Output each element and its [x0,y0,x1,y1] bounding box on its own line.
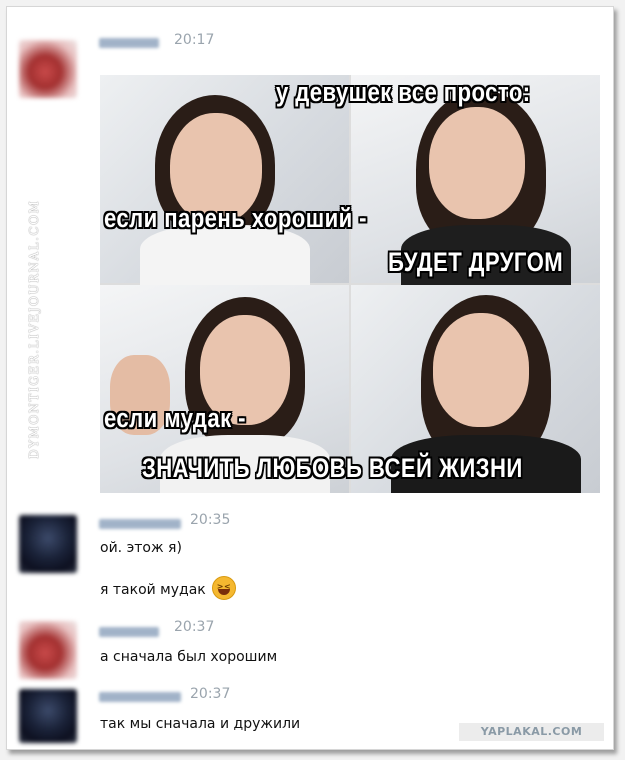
meme-image[interactable]: у девушек все просто: если парень хороши… [100,75,600,493]
laughing-squint-emoji-icon: > < [211,576,236,600]
message-time: 20:17 [174,32,215,48]
sender-name-blurred[interactable] [99,692,181,702]
meme-caption: значить любовь всей жизни [142,453,523,483]
avatar[interactable] [19,40,77,98]
message-text: я такой мудак [100,582,206,598]
message-time: 20:37 [174,619,215,635]
meme-caption: у девушек все просто: [276,77,531,107]
message-text: ой. этож я) [100,540,182,556]
message-time: 20:37 [190,686,231,702]
watermark-text: DYMONTIGER.LIVEJOURNAL.COM [27,199,41,459]
avatar[interactable] [19,515,77,573]
avatar[interactable] [19,689,77,743]
message-line: я такой мудак > < [100,576,236,602]
avatar[interactable] [19,621,77,679]
meme-caption: будет другом [388,247,564,277]
sender-name-blurred[interactable] [99,38,159,48]
meme-caption: если парень хороший - [104,203,367,233]
meme-caption: если мудак - [104,403,246,433]
sender-name-blurred[interactable] [99,627,159,637]
message-text: так мы сначала и дружили [100,716,301,732]
site-logo[interactable]: YAPLAKAL.COM [459,723,604,741]
sender-name-blurred[interactable] [99,519,181,529]
message-time: 20:35 [190,512,231,528]
chat-card: 20:17 у девушек все просто: если парень … [6,6,614,750]
message-text: а сначала был хорошим [100,649,278,665]
